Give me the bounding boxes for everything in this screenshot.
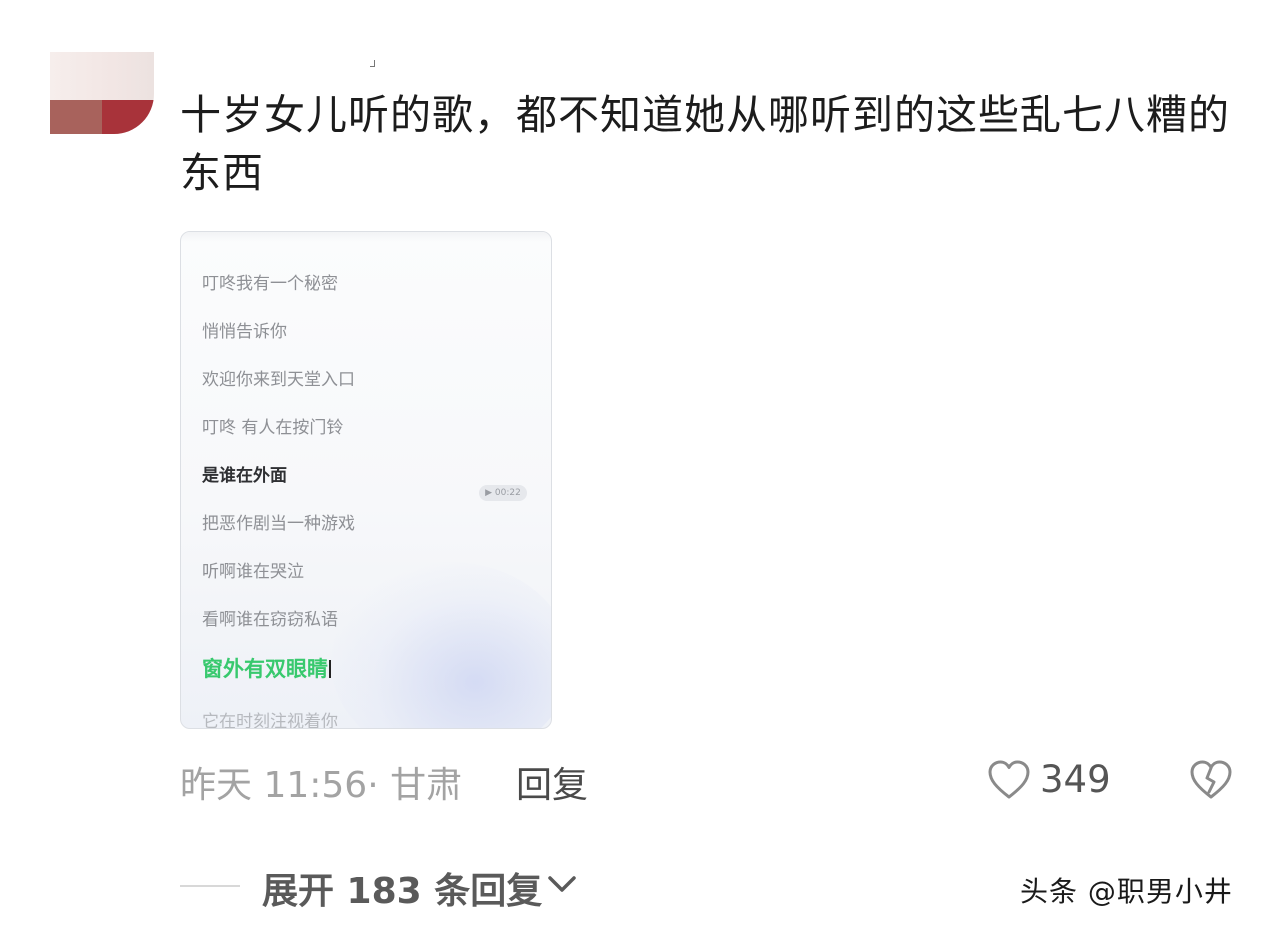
reply-button[interactable]: 回复 <box>516 756 588 808</box>
lyric-line: 悄悄告诉你 <box>202 322 287 342</box>
card-top-strip <box>181 232 551 242</box>
lyric-screenshot-image[interactable]: 叮咚我有一个秘密 悄悄告诉你 欢迎你来到天堂入口 叮咚 有人在按门铃 是谁在外面… <box>180 231 552 729</box>
expand-replies-button[interactable]: 展开 183 条回复 <box>262 862 542 914</box>
avatar[interactable] <box>50 52 154 134</box>
lyric-current-text: 窗外有双眼睛 <box>202 657 328 681</box>
comment-page: 十岁女儿听的歌，都不知道她从哪听到的这些乱七八糟的东西 叮咚我有一个秘密 悄悄告… <box>0 0 1284 931</box>
play-icon: ▶ <box>485 488 495 498</box>
expand-replies-chevron[interactable] <box>546 872 578 896</box>
chevron-down-icon <box>548 876 576 892</box>
avatar-block-left <box>50 100 102 134</box>
expand-divider <box>180 885 240 887</box>
lyric-line: 把恶作剧当一种游戏 <box>202 514 355 534</box>
lyric-line-highlighted: 是谁在外面 <box>202 466 287 486</box>
avatar-block-right <box>102 100 154 134</box>
text-caret <box>329 660 331 678</box>
watermark: 头条 @职男小井 <box>1020 875 1233 908</box>
lyric-line: 叮咚我有一个秘密 <box>202 274 338 294</box>
heart-outline-icon <box>988 760 1030 799</box>
lyric-line: 它在时刻注视着你 <box>202 712 338 729</box>
like-button[interactable] <box>986 758 1032 804</box>
comment-text: 十岁女儿听的歌，都不知道她从哪听到的这些乱七八糟的东西 <box>180 91 1230 197</box>
broken-heart-icon <box>1190 760 1232 799</box>
avatar-top-block <box>50 52 154 100</box>
lyric-line: 叮咚 有人在按门铃 <box>202 418 344 438</box>
lyric-line: 欢迎你来到天堂入口 <box>202 370 355 390</box>
audio-play-pill[interactable]: ▶ 00:22 <box>479 485 527 501</box>
lyric-line-current: 窗外有双眼睛 <box>202 653 331 683</box>
decorative-mark <box>370 60 375 67</box>
card-glow <box>331 562 551 728</box>
lyric-line: 听啊谁在哭泣 <box>202 562 304 582</box>
like-count: 349 <box>1040 758 1111 801</box>
lyric-line: 看啊谁在窃窃私语 <box>202 610 338 630</box>
dislike-button[interactable] <box>1188 758 1234 804</box>
comment-time-location: 昨天 11:56· 甘肃 <box>180 765 463 806</box>
audio-duration: 00:22 <box>494 488 521 498</box>
